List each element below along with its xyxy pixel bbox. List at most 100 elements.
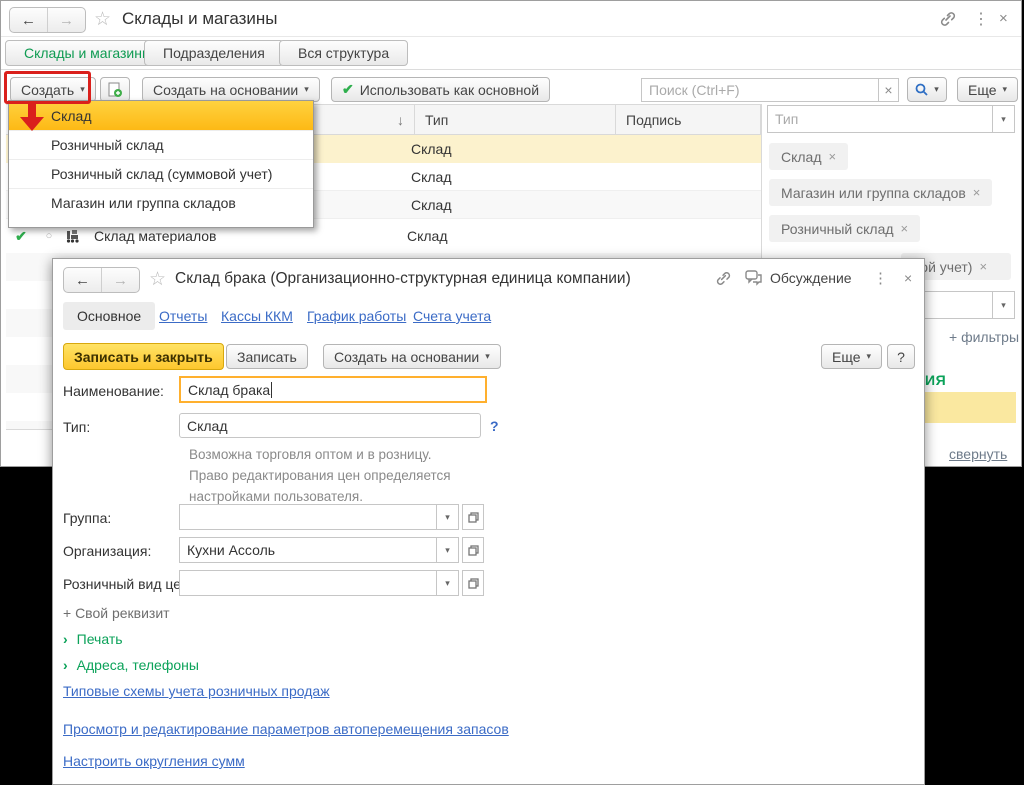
create-based-on-button[interactable]: Создать на основании▾ <box>142 77 320 102</box>
addresses-section-toggle[interactable]: › Адреса, телефоны <box>63 657 199 673</box>
sort-desc-icon[interactable]: ↓ <box>397 112 404 128</box>
remove-tag-icon[interactable]: × <box>979 259 987 274</box>
menu-item-retail-warehouse[interactable]: Розничный склад <box>9 130 313 159</box>
kebab-menu-icon[interactable]: ⋮ <box>973 9 989 29</box>
menu-item-label: Розничный склад (суммовой учет) <box>51 166 272 182</box>
menu-item-warehouse[interactable]: Склад <box>9 101 313 130</box>
type-help-link[interactable]: ? <box>490 418 499 434</box>
tab-departments-label: Подразделения <box>163 45 265 61</box>
custom-attribute-link[interactable]: + Свой реквизит <box>63 605 170 621</box>
filter-tag-label: Склад <box>781 149 822 165</box>
filter-tag-label: Розничный склад <box>781 221 894 237</box>
history-nav: ← → <box>9 7 86 33</box>
copy-link-icon[interactable] <box>715 271 732 289</box>
discussion-button[interactable]: Обсуждение <box>745 270 852 286</box>
create-dropdown-menu: Склад Розничный склад Розничный склад (с… <box>8 100 314 228</box>
copy-link-icon[interactable] <box>939 11 957 30</box>
list-more-button[interactable]: Еще▾ <box>957 77 1018 102</box>
remove-tag-icon[interactable]: × <box>901 221 909 236</box>
filter-tag[interactable]: Магазин или группа складов × <box>769 179 992 206</box>
dialog-more-button[interactable]: Еще▾ <box>821 344 882 369</box>
menu-item-retail-warehouse-sum[interactable]: Розничный склад (суммовой учет) <box>9 159 313 188</box>
search-button[interactable]: ▾ <box>907 77 947 102</box>
tabs-divider <box>1 69 1021 70</box>
column-header-type-label: Тип <box>425 112 448 128</box>
tab-kkm-link[interactable]: Кассы ККМ <box>221 308 293 324</box>
org-combo[interactable]: Кухни Ассоль ▾ <box>179 537 484 563</box>
create-based-on-label: Создать на основании <box>153 82 298 98</box>
auto-move-link[interactable]: Просмотр и редактирование параметров авт… <box>63 721 509 737</box>
org-field-label: Организация: <box>63 543 151 559</box>
clear-search-button[interactable]: × <box>878 78 899 102</box>
chevron-down-icon: ▾ <box>485 352 490 361</box>
create-group-button[interactable] <box>100 77 130 102</box>
tab-main[interactable]: Основное <box>63 302 155 330</box>
filter-tag-label: Магазин или группа складов <box>781 185 966 201</box>
tab-reports-link[interactable]: Отчеты <box>159 308 207 324</box>
rounding-link[interactable]: Настроить округления сумм <box>63 753 245 769</box>
dialog-title: Склад брака (Организационно-структурная … <box>175 270 631 288</box>
remove-tag-icon[interactable]: × <box>829 149 837 164</box>
forward-icon[interactable]: → <box>102 268 139 292</box>
dialog-create-based-button[interactable]: Создать на основании ▾ <box>323 344 501 369</box>
tab-structure[interactable]: Вся структура <box>279 40 408 66</box>
addresses-section-label: Адреса, телефоны <box>77 657 199 673</box>
dialog-create-based-label: Создать на основании <box>334 349 479 365</box>
filter-type-combo[interactable]: Тип ▾ <box>767 105 1015 133</box>
open-record-icon[interactable] <box>462 570 484 596</box>
filter-tag[interactable]: Склад × <box>769 143 848 170</box>
column-header-caption-label: Подпись <box>626 112 681 128</box>
open-record-icon[interactable] <box>462 537 484 563</box>
retail-price-field-label: Розничный вид цен: <box>63 576 193 592</box>
close-dialog-icon[interactable]: × <box>904 270 912 286</box>
chevron-down-icon[interactable]: ▾ <box>992 105 1015 133</box>
tab-departments[interactable]: Подразделения <box>144 40 284 66</box>
save-button[interactable]: Записать <box>226 344 308 369</box>
chevron-right-icon: › <box>63 657 68 673</box>
annotation-arrow-shaft <box>28 101 36 117</box>
forward-icon[interactable]: → <box>48 8 85 32</box>
use-as-main-button[interactable]: ✔ Использовать как основной <box>331 77 550 102</box>
org-value: Кухни Ассоль <box>187 542 275 558</box>
chevron-down-icon[interactable]: ▾ <box>436 537 459 563</box>
back-icon[interactable]: ← <box>64 268 102 292</box>
search-input[interactable]: Поиск (Ctrl+F) <box>641 78 879 102</box>
name-input[interactable]: Склад брака <box>179 376 487 403</box>
chevron-down-icon[interactable]: ▾ <box>992 291 1015 319</box>
back-icon[interactable]: ← <box>10 8 48 32</box>
add-filters-link[interactable]: + фильтры <box>949 329 1019 345</box>
menu-item-label: Магазин или группа складов <box>51 195 236 211</box>
column-header-type[interactable]: Тип <box>415 105 616 134</box>
column-header-caption[interactable]: Подпись <box>616 105 760 134</box>
save-close-button[interactable]: Записать и закрыть <box>63 343 224 370</box>
chevron-down-icon[interactable]: ▾ <box>436 570 459 596</box>
type-input-value: Склад <box>187 418 228 434</box>
name-input-value: Склад брака <box>188 382 270 398</box>
menu-item-store-group[interactable]: Магазин или группа складов <box>9 188 313 217</box>
filter-tag[interactable]: Розничный склад × <box>769 215 920 242</box>
print-section-toggle[interactable]: ›Печать <box>63 631 123 647</box>
favorite-star-icon[interactable]: ☆ <box>149 268 166 291</box>
kebab-menu-icon[interactable]: ⋮ <box>873 269 888 287</box>
current-row-check-icon: ✔ <box>6 228 36 245</box>
page-title: Склады и магазины <box>122 9 278 29</box>
tab-schedule-link[interactable]: График работы <box>307 308 406 324</box>
chevron-down-icon[interactable]: ▾ <box>436 504 459 530</box>
type-input[interactable]: Склад <box>179 413 481 438</box>
save-label: Записать <box>237 349 297 365</box>
help-label: ? <box>897 349 905 365</box>
retail-schemes-link[interactable]: Типовые схемы учета розничных продаж <box>63 683 330 699</box>
help-button[interactable]: ? <box>887 344 915 369</box>
menu-item-label: Склад <box>51 108 92 124</box>
tab-accounts-link[interactable]: Счета учета <box>413 308 491 324</box>
chevron-down-icon: ▾ <box>867 352 872 361</box>
cell-name: Склад материалов <box>88 228 397 244</box>
collapse-link[interactable]: свернуть <box>949 446 1007 462</box>
chevron-down-icon: ▾ <box>934 85 939 94</box>
remove-tag-icon[interactable]: × <box>973 185 981 200</box>
close-window-icon[interactable]: × <box>999 10 1008 27</box>
open-record-icon[interactable] <box>462 504 484 530</box>
retail-price-combo[interactable]: ▾ <box>179 570 484 596</box>
group-combo[interactable]: ▾ <box>179 504 484 530</box>
favorite-star-icon[interactable]: ☆ <box>94 8 111 31</box>
